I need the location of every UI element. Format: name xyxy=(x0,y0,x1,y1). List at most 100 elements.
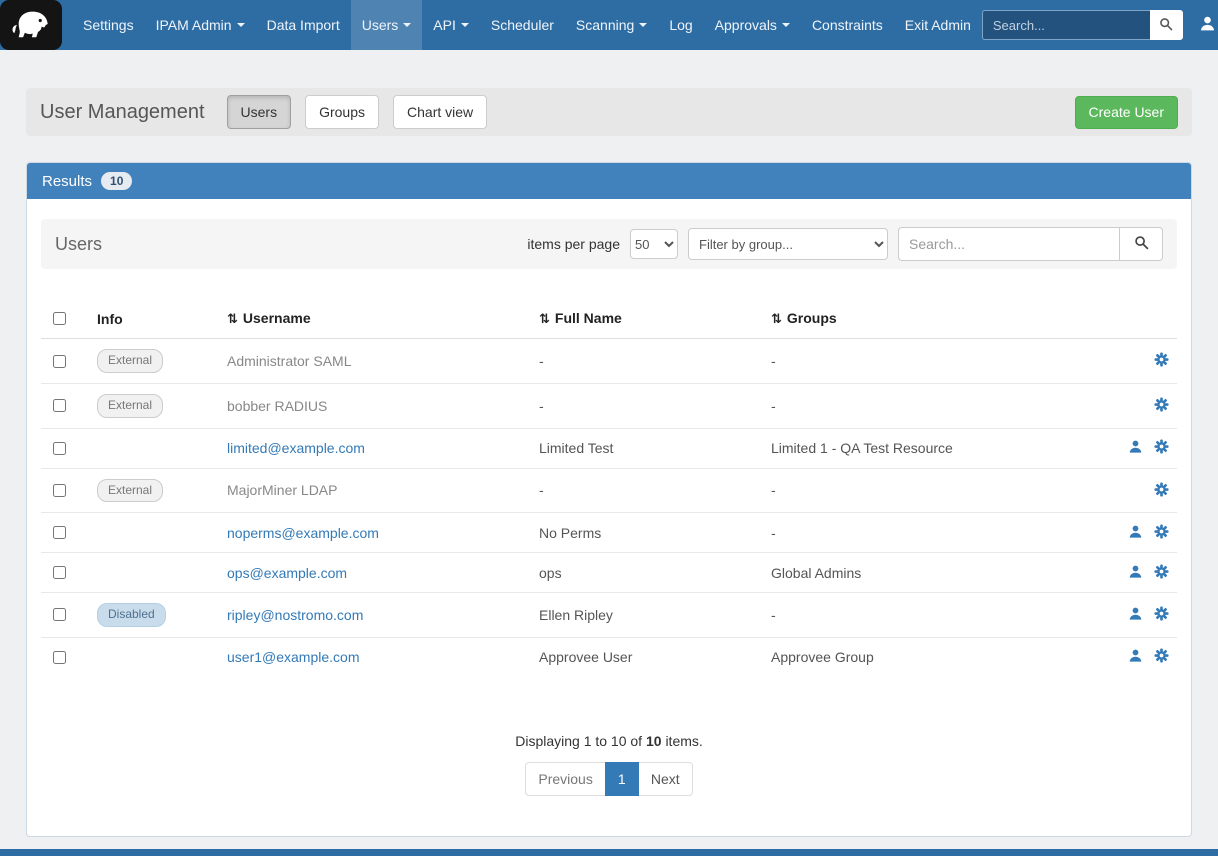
user-profile-icon[interactable] xyxy=(1128,648,1143,666)
chevron-down-icon xyxy=(403,23,411,27)
nav-item-settings[interactable]: Settings xyxy=(72,0,145,50)
chevron-down-icon xyxy=(461,23,469,27)
username-link[interactable]: limited@example.com xyxy=(227,440,365,456)
results-panel-body: Users items per page 50 Filter by group.… xyxy=(27,199,1191,835)
full-name-cell: ops xyxy=(531,553,763,593)
items-per-page-select[interactable]: 50 xyxy=(630,229,678,259)
username-link[interactable]: ripley@nostromo.com xyxy=(227,607,363,623)
nav-item-label: Log xyxy=(669,17,692,33)
row-settings-gear-icon[interactable] xyxy=(1154,564,1169,582)
table-row: ops@example.comopsGlobal Admins xyxy=(41,553,1177,593)
previous-page-button[interactable]: Previous xyxy=(525,762,605,796)
row-checkbox[interactable] xyxy=(53,355,66,368)
row-settings-gear-icon[interactable] xyxy=(1154,482,1169,500)
table-row: noperms@example.comNo Perms- xyxy=(41,513,1177,553)
navbar-search-input[interactable] xyxy=(982,10,1150,40)
group-filter-select[interactable]: Filter by group... xyxy=(688,228,888,260)
nav-item-scanning[interactable]: Scanning xyxy=(565,0,658,50)
user-account-menu[interactable] xyxy=(1189,0,1218,50)
row-checkbox[interactable] xyxy=(53,442,66,455)
users-table: Info ⇅Username ⇅Full Name ⇅Groups Extern… xyxy=(41,299,1177,676)
info-badge: Disabled xyxy=(97,603,166,627)
column-header-groups[interactable]: ⇅Groups xyxy=(763,299,1093,339)
nav-item-scheduler[interactable]: Scheduler xyxy=(480,0,565,50)
tab-groups[interactable]: Groups xyxy=(305,95,379,129)
table-search-input[interactable] xyxy=(898,227,1120,261)
tab-chart-view[interactable]: Chart view xyxy=(393,95,487,129)
row-settings-gear-icon[interactable] xyxy=(1154,439,1169,457)
nav-item-label: Approvals xyxy=(715,17,777,33)
navbar-search-button[interactable] xyxy=(1150,10,1183,40)
page-1-button[interactable]: 1 xyxy=(605,762,639,796)
username-link[interactable]: user1@example.com xyxy=(227,649,360,665)
nav-item-ipam-admin[interactable]: IPAM Admin xyxy=(145,0,256,50)
groups-cell: - xyxy=(763,468,1093,513)
info-cell xyxy=(89,513,219,553)
row-checkbox[interactable] xyxy=(53,526,66,539)
table-row: ExternalAdministrator SAML-- xyxy=(41,339,1177,384)
results-panel-heading: Results 10 xyxy=(27,163,1191,199)
row-checkbox[interactable] xyxy=(53,484,66,497)
view-tabs: Users Groups Chart view xyxy=(227,95,502,129)
main-menu: SettingsIPAM Admin Data Import Users API Sch… xyxy=(62,0,982,50)
row-settings-gear-icon[interactable] xyxy=(1154,524,1169,542)
nav-item-users[interactable]: Users xyxy=(351,0,423,50)
table-row: Externalbobber RADIUS-- xyxy=(41,383,1177,428)
row-settings-gear-icon[interactable] xyxy=(1154,397,1169,415)
sort-icon: ⇅ xyxy=(539,312,550,327)
next-page-button[interactable]: Next xyxy=(638,762,693,796)
username-text: Administrator SAML xyxy=(227,353,351,369)
row-settings-gear-icon[interactable] xyxy=(1154,648,1169,666)
full-name-cell: No Perms xyxy=(531,513,763,553)
table-row: user1@example.comApprovee UserApprovee G… xyxy=(41,637,1177,677)
user-profile-icon[interactable] xyxy=(1128,606,1143,624)
username-text: bobber RADIUS xyxy=(227,398,327,414)
nav-item-log[interactable]: Log xyxy=(658,0,703,50)
table-toolbar: Users items per page 50 Filter by group.… xyxy=(41,219,1177,269)
nav-item-api[interactable]: API xyxy=(422,0,480,50)
nav-item-constraints[interactable]: Constraints xyxy=(801,0,894,50)
chevron-down-icon xyxy=(639,23,647,27)
info-cell xyxy=(89,428,219,468)
nav-item-label: API xyxy=(433,17,456,33)
app-logo[interactable] xyxy=(0,0,62,50)
username-link[interactable]: ops@example.com xyxy=(227,565,347,581)
column-header-full-name[interactable]: ⇅Full Name xyxy=(531,299,763,339)
tab-users[interactable]: Users xyxy=(227,95,292,129)
username-link[interactable]: noperms@example.com xyxy=(227,525,379,541)
user-profile-icon[interactable] xyxy=(1128,524,1143,542)
user-profile-icon[interactable] xyxy=(1128,439,1143,457)
toolbar-controls: items per page 50 Filter by group... xyxy=(527,227,1163,261)
table-row: limited@example.comLimited TestLimited 1… xyxy=(41,428,1177,468)
info-badge: External xyxy=(97,349,163,373)
nav-item-label: Constraints xyxy=(812,17,883,33)
info-cell: External xyxy=(89,383,219,428)
nav-item-approvals[interactable]: Approvals xyxy=(704,0,801,50)
main-content: User Management UsersGroupsChart view Cr… xyxy=(0,88,1218,837)
row-checkbox[interactable] xyxy=(53,566,66,579)
user-profile-icon[interactable] xyxy=(1128,564,1143,582)
navbar-search xyxy=(982,10,1183,40)
row-checkbox[interactable] xyxy=(53,651,66,664)
nav-item-label: Scheduler xyxy=(491,17,554,33)
create-user-button[interactable]: Create User xyxy=(1075,96,1178,129)
select-all-checkbox[interactable] xyxy=(53,312,66,325)
groups-cell: Approvee Group xyxy=(763,637,1093,677)
column-header-username[interactable]: ⇅Username xyxy=(219,299,531,339)
info-cell xyxy=(89,553,219,593)
row-checkbox[interactable] xyxy=(53,608,66,621)
row-settings-gear-icon[interactable] xyxy=(1154,606,1169,624)
groups-cell: - xyxy=(763,339,1093,384)
pagination: Previous 1 Next xyxy=(41,762,1177,796)
nav-item-exit-admin[interactable]: Exit Admin xyxy=(894,0,982,50)
groups-cell: - xyxy=(763,593,1093,638)
table-search-button[interactable] xyxy=(1120,227,1163,261)
nav-item-data-import[interactable]: Data Import xyxy=(256,0,351,50)
results-panel: Results 10 Users items per page 50 Filte… xyxy=(26,162,1192,837)
row-checkbox[interactable] xyxy=(53,399,66,412)
row-settings-gear-icon[interactable] xyxy=(1154,352,1169,370)
info-badge: External xyxy=(97,394,163,418)
nav-item-label: Data Import xyxy=(267,17,340,33)
table-search xyxy=(898,227,1163,261)
table-row: Disabledripley@nostromo.comEllen Ripley- xyxy=(41,593,1177,638)
